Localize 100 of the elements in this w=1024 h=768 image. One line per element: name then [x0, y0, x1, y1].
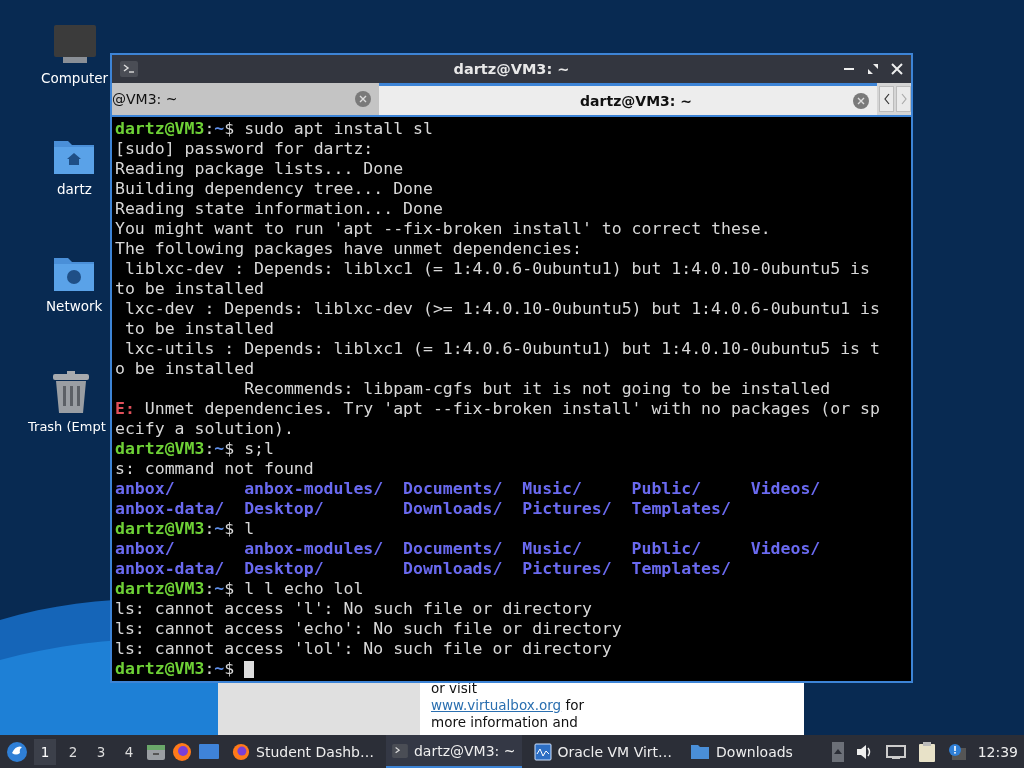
directory-name: Music/ [522, 539, 582, 558]
output-line: s: command not found [115, 459, 314, 479]
directory-name: Downloads/ [403, 559, 503, 578]
directory-name: Documents/ [403, 539, 503, 558]
directory-name: Desktop/ [244, 499, 324, 518]
prompt-separator: : [204, 439, 215, 459]
prompt-path: ~ [214, 119, 225, 139]
taskbar-task[interactable]: Downloads [684, 735, 799, 768]
taskbar-task[interactable]: Student Dashb… [226, 735, 380, 768]
output-line: ls: cannot access 'echo': No such file or directory [115, 619, 622, 639]
notification-icon[interactable] [947, 742, 966, 761]
info-text: for [565, 697, 585, 713]
command-text: $ l [224, 519, 255, 539]
output-line: lxc-utils : Depends: liblxc1 (= 1:4.0.6-0ubuntu1) but 1:4.0.10-0ubuntu5 is t [123, 339, 880, 359]
workspace-button[interactable]: 1 [34, 738, 56, 765]
window-title: dartz@VM3: ~ [452, 61, 571, 77]
directory-name: Public/ [631, 539, 702, 558]
prompt-separator: : [204, 659, 215, 679]
output-line: Reading package lists... Done [115, 159, 404, 179]
terminal-icon [120, 61, 138, 77]
computer-icon[interactable] [53, 24, 97, 64]
prompt-separator: : [204, 579, 215, 599]
directory-name: anbox-data/ [115, 559, 225, 578]
command-text: $ sudo apt install sl [224, 119, 433, 139]
tab-close-icon[interactable] [853, 92, 870, 109]
directory-name: Templates/ [631, 559, 731, 578]
directory-name: anbox/ [115, 539, 175, 558]
output-line: to be installed [115, 279, 264, 299]
output-line: Reading state information... Done [115, 199, 443, 219]
tab-close-icon[interactable] [355, 91, 371, 107]
output-line: ls: cannot access 'lol': No such file or directory [115, 639, 612, 659]
desktop-icon-label[interactable]: Network [0, 298, 103, 314]
output-line: ecify a solution). [115, 419, 294, 439]
chevron-right-icon [899, 93, 908, 105]
workspace-button[interactable]: 4 [118, 738, 140, 765]
directory-name: Videos/ [750, 539, 821, 558]
info-text: or visit [431, 680, 477, 696]
prompt-path: ~ [214, 579, 225, 599]
trash-icon[interactable] [53, 371, 89, 413]
prompt-path: ~ [214, 439, 225, 459]
directory-name: anbox-modules/ [244, 479, 384, 498]
directory-name: Templates/ [631, 499, 731, 518]
command-text: $ l l echo lol [224, 579, 364, 599]
taskbar-task[interactable]: Oracle VM Virt… [527, 735, 679, 768]
directory-name: Public/ [631, 479, 702, 498]
prompt-separator: : [204, 119, 215, 139]
prompt-user: dartz@VM3 [115, 119, 205, 139]
output-line: o be installed [115, 359, 255, 379]
directory-name: Pictures/ [522, 499, 612, 518]
prompt-user: dartz@VM3 [115, 519, 205, 539]
workspace-button[interactable]: 3 [90, 738, 112, 765]
prompt-separator: : [204, 519, 215, 539]
start-menu-icon[interactable] [6, 740, 28, 763]
network-icon[interactable] [885, 743, 906, 760]
website-link[interactable]: www.virtualbox.org [431, 697, 562, 713]
prompt-path: ~ [214, 659, 225, 679]
clock[interactable]: 12:39 [977, 743, 1018, 760]
clipboard-icon[interactable] [917, 741, 936, 762]
directory-name: anbox-modules/ [244, 539, 384, 558]
directory-name: Documents/ [403, 479, 503, 498]
output-line: [sudo] password for dartz: [115, 139, 374, 159]
command-text: $ s;l [224, 439, 274, 459]
error-label: E: [115, 399, 135, 419]
firefox-icon[interactable] [172, 741, 192, 762]
output-line: You might want to run 'apt --fix-broken install' to correct these. [115, 219, 771, 239]
output-line: Recommends: libpam-cgfs but it is not going to be installed [243, 379, 831, 399]
prompt-path: ~ [214, 519, 225, 539]
output-line: to be installed [123, 319, 274, 339]
close-icon[interactable] [891, 63, 903, 75]
output-line: ls: cannot access 'l': No such file or directory [115, 599, 592, 619]
output-line: liblxc-dev : Depends: liblxc1 (= 1:4.0.6-0ubuntu1) but 1:4.0.10-0ubuntu5 is [123, 259, 870, 279]
directory-name: Pictures/ [522, 559, 612, 578]
terminal-tab[interactable]: @VM3: ~ [112, 83, 379, 115]
output-line: Building dependency tree... Done [115, 179, 433, 199]
chevron-left-icon [882, 93, 891, 105]
scroll-left-button[interactable] [879, 86, 895, 112]
directory-name: Downloads/ [403, 499, 503, 518]
directory-name: Desktop/ [244, 559, 324, 578]
terminal-tab[interactable]: dartz@VM3: ~ [379, 83, 878, 115]
prompt-user: dartz@VM3 [115, 439, 205, 459]
folder-icon [690, 743, 711, 760]
directory-name: Music/ [522, 479, 582, 498]
output-line: Unmet dependencies. Try 'apt --fix-broken install' with no packages (or sp [144, 399, 880, 419]
firefox-icon [232, 742, 250, 761]
desktop-icon-label[interactable]: Trash (Empt [0, 419, 106, 434]
prompt-user: dartz@VM3 [115, 659, 205, 679]
maximize-icon[interactable] [867, 63, 879, 75]
terminal-icon [392, 743, 408, 758]
taskbar-task[interactable]: dartz@VM3: ~ [386, 735, 522, 768]
info-text: more information and [431, 714, 578, 730]
monitor-icon [533, 742, 552, 761]
desktop-icon-label[interactable]: Computer [0, 70, 109, 86]
workspace-button[interactable]: 2 [62, 738, 84, 765]
command-text: $ [224, 659, 235, 679]
directory-name: anbox/ [115, 479, 175, 498]
output-line: lxc-dev : Depends: liblxc-dev (>= 1:4.0.10-0ubuntu5) but 1:4.0.6-0ubuntu1 is [123, 299, 880, 319]
prompt-user: dartz@VM3 [115, 579, 205, 599]
output-line: The following packages have unmet dependencies: [115, 239, 582, 259]
show-desktop-icon[interactable] [198, 741, 220, 762]
desktop-icon-label[interactable]: dartz [0, 181, 92, 197]
